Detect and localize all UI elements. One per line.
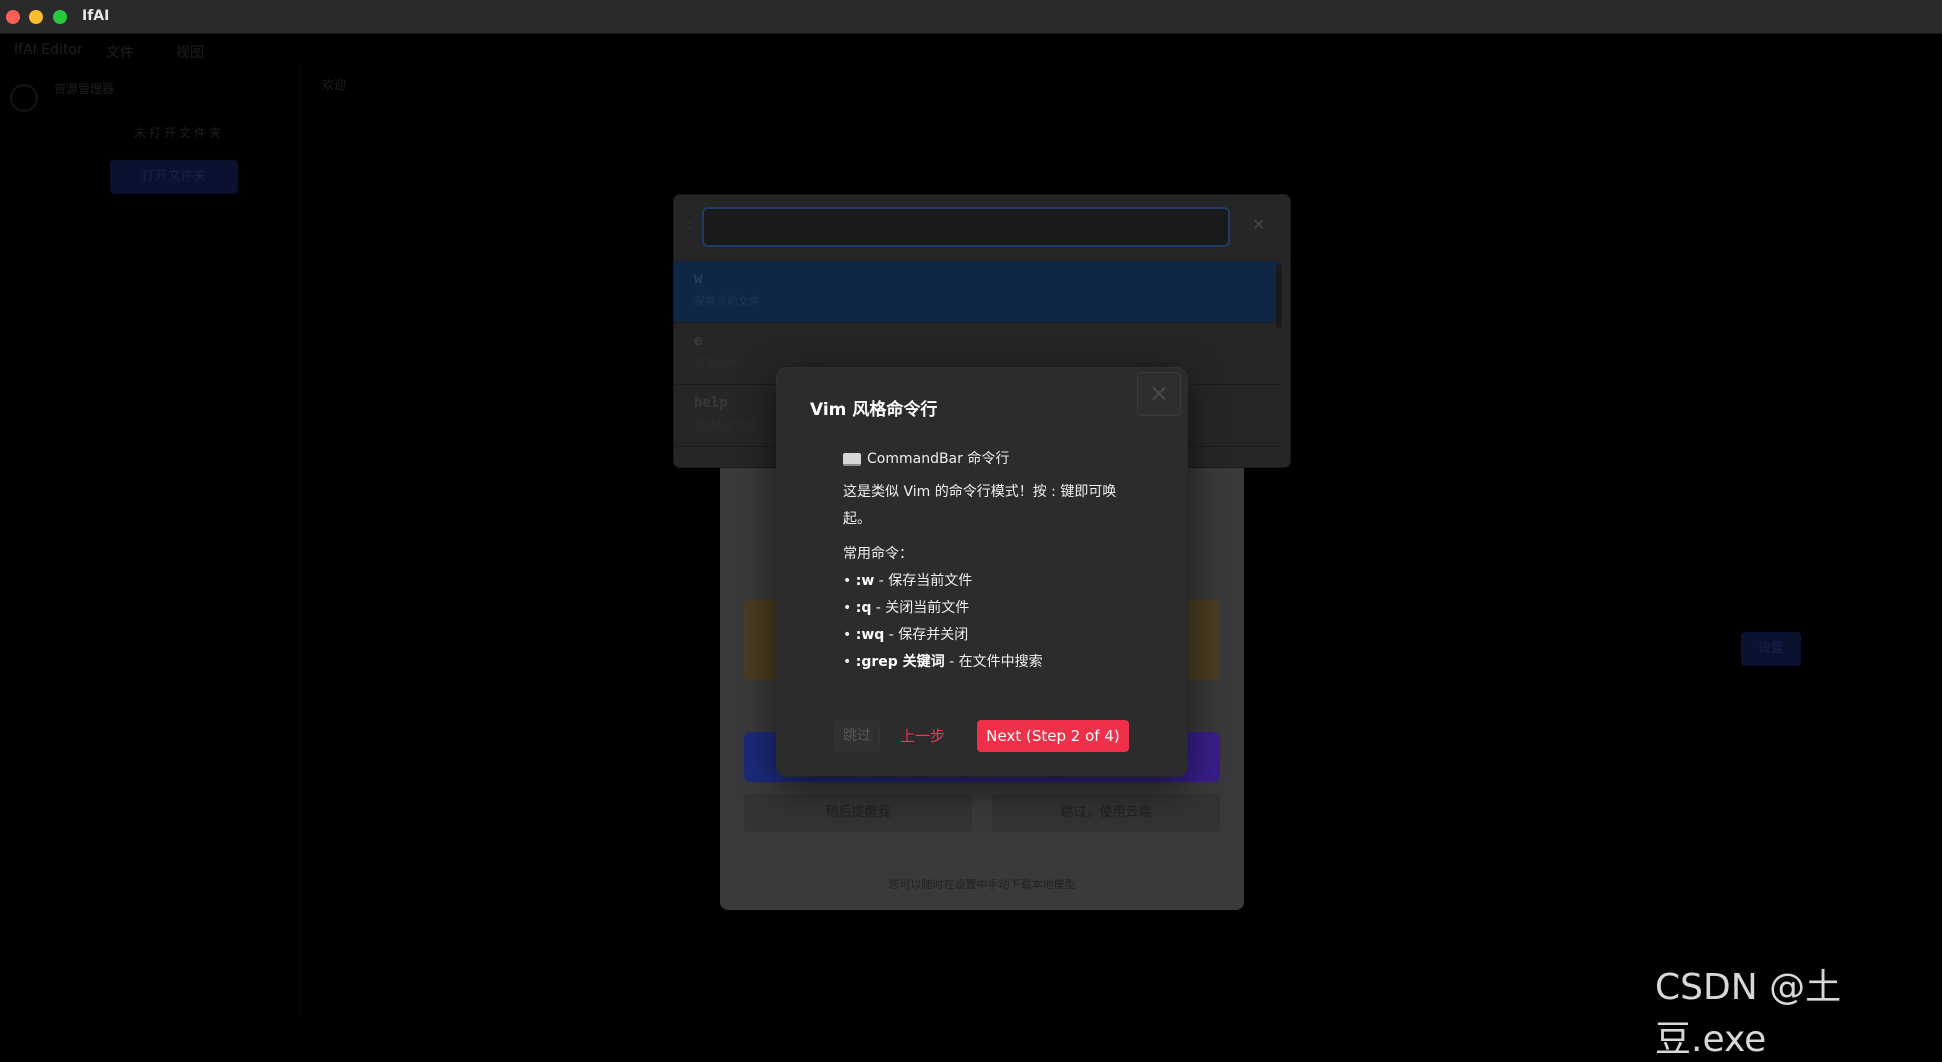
- sidebar: 资源管理器 未打开文件夹: [0, 64, 301, 1016]
- tour-intro: 这是类似 Vim 的命令行模式！按 : 键即可唤起。: [843, 484, 1117, 527]
- command-list-scrollbar[interactable]: [1276, 264, 1282, 328]
- watermark: CSDN @土豆.exe: [1655, 967, 1842, 1060]
- tour-command-line: • :q - 关闭当前文件: [843, 600, 970, 616]
- tour-command-line: • :w - 保存当前文件: [843, 573, 973, 589]
- open-folder-button[interactable]: 打开文件夹: [110, 160, 238, 194]
- command-item[interactable]: w 保存当前文件: [674, 261, 1282, 323]
- window-title: IfAI: [82, 8, 110, 24]
- tour-heading: CommandBar 命令行: [843, 446, 1143, 473]
- close-icon[interactable]: ×: [1137, 372, 1181, 416]
- settings-button[interactable]: 设置: [1741, 632, 1801, 666]
- app-menubar: IfAI Editor 文件 视图: [0, 34, 1942, 64]
- editor-tab-welcome[interactable]: 欢迎: [322, 76, 346, 93]
- keyboard-icon: [843, 453, 861, 466]
- explorer-icon[interactable]: [10, 84, 38, 112]
- menu-view[interactable]: 视图: [176, 42, 204, 62]
- menu-file[interactable]: 文件: [106, 42, 134, 62]
- command-prefix: :: [688, 217, 693, 233]
- tour-commands-label: 常用命令：: [843, 546, 913, 562]
- tour-title: Vim 风格命令行: [810, 400, 938, 420]
- sidebar-empty-text: 未打开文件夹: [134, 126, 225, 140]
- sidebar-header: 资源管理器: [54, 82, 115, 96]
- tour-command-line: • :grep 关键词 - 在文件中搜索: [843, 654, 1043, 670]
- remind-later-button[interactable]: 稍后提醒我: [744, 794, 972, 832]
- minimize-window-button[interactable]: [29, 10, 43, 24]
- tour-dialog: × Vim 风格命令行 CommandBar 命令行 这是类似 Vim 的命令行…: [777, 368, 1187, 776]
- maximize-window-button[interactable]: [53, 10, 67, 24]
- close-icon[interactable]: ✕: [1252, 215, 1265, 234]
- tour-footer: 跳过 上一步 Next (Step 2 of 4): [777, 720, 1187, 754]
- window-titlebar: IfAI: [0, 0, 1942, 34]
- tour-command-line: • :wq - 保存并关闭: [843, 627, 969, 643]
- close-window-button[interactable]: [6, 10, 20, 24]
- next-button[interactable]: Next (Step 2 of 4): [977, 720, 1129, 752]
- tour-body: CommandBar 命令行 这是类似 Vim 的命令行模式！按 : 键即可唤起…: [843, 446, 1143, 676]
- back-button[interactable]: 上一步: [900, 720, 945, 752]
- skip-button[interactable]: 跳过: [834, 720, 880, 752]
- command-input[interactable]: [702, 207, 1230, 247]
- skip-use-cloud-button[interactable]: 跳过，使用云端: [992, 794, 1220, 832]
- onboarding-note: 您可以随时在设置中手动下载本地模型: [888, 878, 1076, 891]
- menu-app[interactable]: IfAI Editor: [14, 42, 83, 58]
